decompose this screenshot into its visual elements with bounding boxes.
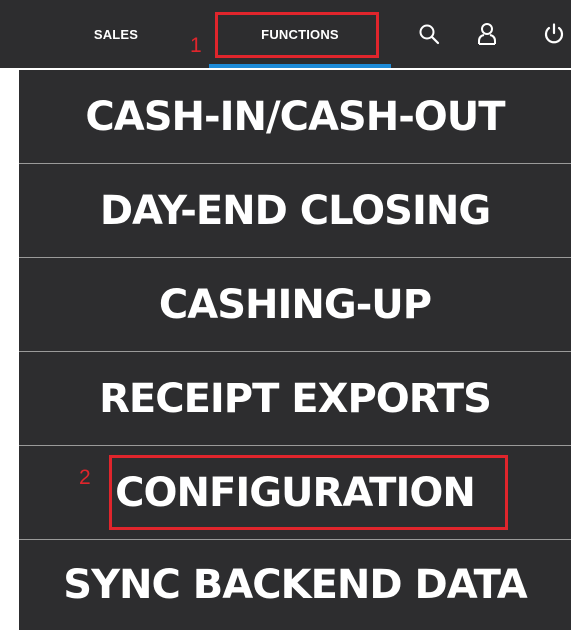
top-navigation-bar: SALES FUNCTIONS: [0, 0, 571, 68]
menu-item-label: RECEIPT EXPORTS: [99, 375, 492, 422]
menu-item-label: SYNC BACKEND DATA: [63, 562, 527, 608]
tab-sales-label: SALES: [93, 26, 139, 42]
tab-functions-label: FUNCTIONS: [261, 26, 339, 42]
menu-item-label: CONFIGURATION: [115, 469, 476, 516]
search-button[interactable]: [413, 18, 445, 50]
menu-item-label: CASHING-UP: [158, 281, 432, 328]
pos-screen: SALES FUNCTIONS CASH-IN/CASH-OUT DAY-END…: [0, 0, 571, 630]
step-2-number: 2: [79, 466, 91, 489]
menu-item-cashing-up[interactable]: CASHING-UP: [19, 258, 571, 351]
menu-item-day-end-closing[interactable]: DAY-END CLOSING: [19, 164, 571, 257]
active-tab-indicator: [209, 64, 391, 68]
menu-item-receipt-exports[interactable]: RECEIPT EXPORTS: [19, 352, 571, 445]
menu-item-label: DAY-END CLOSING: [99, 187, 491, 234]
tab-functions[interactable]: FUNCTIONS: [209, 0, 391, 68]
user-button[interactable]: [471, 18, 503, 50]
menu-item-label: CASH-IN/CASH-OUT: [85, 93, 505, 140]
power-icon: [544, 23, 564, 44]
user-icon: [478, 23, 496, 45]
search-icon: [419, 24, 440, 45]
functions-menu: CASH-IN/CASH-OUT DAY-END CLOSING CASHING…: [19, 70, 571, 630]
power-button[interactable]: [538, 18, 570, 50]
menu-item-sync-backend-data[interactable]: SYNC BACKEND DATA: [19, 540, 571, 630]
menu-item-cash-in-cash-out[interactable]: CASH-IN/CASH-OUT: [19, 70, 571, 163]
menu-item-configuration[interactable]: CONFIGURATION: [19, 446, 571, 539]
tab-sales[interactable]: SALES: [70, 0, 162, 68]
step-1-number: 1: [190, 34, 202, 57]
